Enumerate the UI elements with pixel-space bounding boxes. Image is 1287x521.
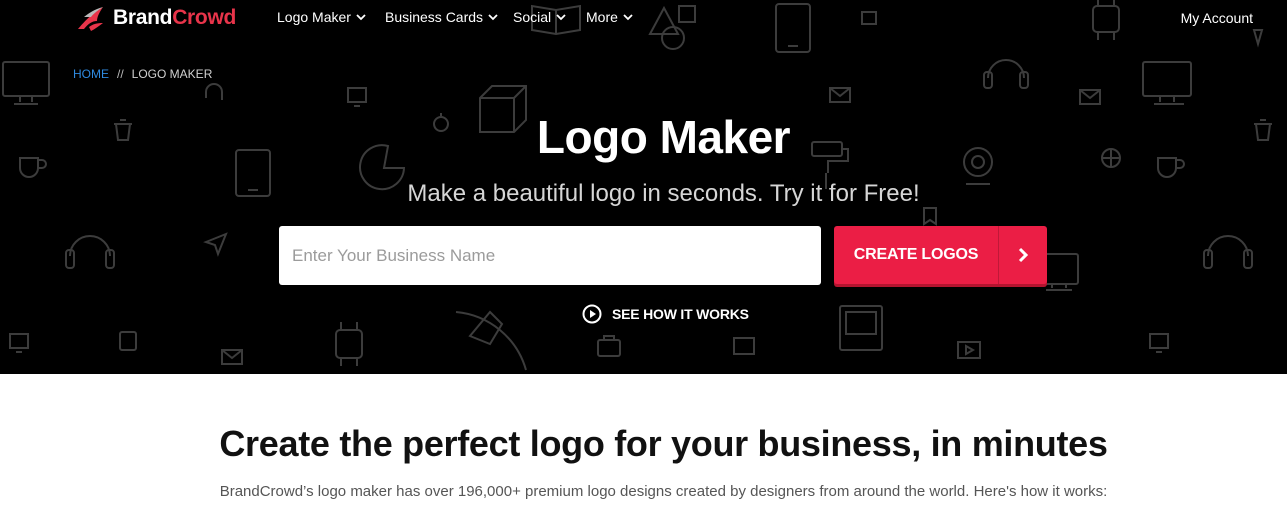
brandcrowd-logo[interactable]: BrandCrowd: [75, 3, 236, 33]
chevron-down-icon: [488, 13, 498, 20]
envelope-icon: [829, 87, 851, 103]
headset-icon: [205, 83, 223, 100]
pen-tool-icon: [455, 310, 527, 371]
monitor-icon: [2, 61, 50, 105]
chevron-down-icon: [356, 13, 366, 20]
screen-icon: [9, 333, 29, 353]
screen-icon: [347, 87, 367, 107]
nav-business-cards[interactable]: Business Cards: [385, 9, 498, 25]
brand-name: BrandCrowd: [113, 6, 237, 29]
breadcrumb: HOME // LOGO MAKER: [73, 67, 212, 81]
monitor-icon: [1142, 61, 1192, 105]
chevron-down-icon: [623, 13, 633, 20]
computer-icon: [839, 305, 883, 351]
headphones-icon: [983, 59, 1029, 89]
brandcrowd-logo-icon: [78, 7, 103, 31]
nav-label: Logo Maker: [277, 9, 351, 25]
watch-icon: [335, 322, 363, 366]
see-how-it-works-link[interactable]: SEE HOW IT WORKS: [582, 304, 749, 324]
page-title: Logo Maker: [536, 111, 791, 163]
video-icon: [957, 341, 981, 359]
see-how-it-works-label: SEE HOW IT WORKS: [612, 306, 749, 322]
hero-section: BrandCrowd Logo Maker Business Cards Soc…: [0, 0, 1287, 374]
chevron-right-icon: [999, 247, 1047, 263]
create-logos-label: CREATE LOGOS: [853, 246, 979, 263]
breadcrumb-current: LOGO MAKER: [131, 67, 213, 81]
headphones-icon: [65, 235, 115, 269]
nav-logo-maker[interactable]: Logo Maker: [277, 9, 366, 25]
play-circle-icon: [582, 304, 602, 324]
screen-icon: [1149, 333, 1169, 353]
headphones-icon: [1203, 235, 1253, 269]
top-navbar: BrandCrowd Logo Maker Business Cards Soc…: [0, 0, 1287, 36]
envelope-icon: [221, 349, 243, 365]
square-icon: [119, 331, 137, 351]
nav-label: More: [586, 9, 618, 25]
my-account-link[interactable]: My Account: [1181, 10, 1253, 26]
briefcase-icon: [597, 335, 621, 357]
breadcrumb-home-link[interactable]: HOME: [73, 67, 109, 81]
nav-label: Social: [513, 9, 552, 25]
envelope-icon: [1079, 89, 1101, 105]
create-logos-button[interactable]: CREATE LOGOS: [834, 226, 1047, 284]
nav-more[interactable]: More: [586, 9, 633, 25]
section-heading: Create the perfect logo for your busines…: [219, 423, 1108, 464]
breadcrumb-separator: //: [117, 67, 124, 81]
nav-social[interactable]: Social: [513, 9, 566, 25]
bookmark-icon: [923, 207, 937, 226]
section-description: BrandCrowd’s logo maker has over 196,000…: [219, 483, 1108, 500]
paper-plane-icon: [203, 232, 228, 257]
chevron-down-icon: [556, 13, 566, 20]
nav-label: Business Cards: [385, 9, 484, 25]
folder-icon: [733, 337, 755, 355]
business-name-input[interactable]: [279, 226, 821, 285]
page-subtitle: Make a beautiful logo in seconds. Try it…: [407, 180, 920, 207]
